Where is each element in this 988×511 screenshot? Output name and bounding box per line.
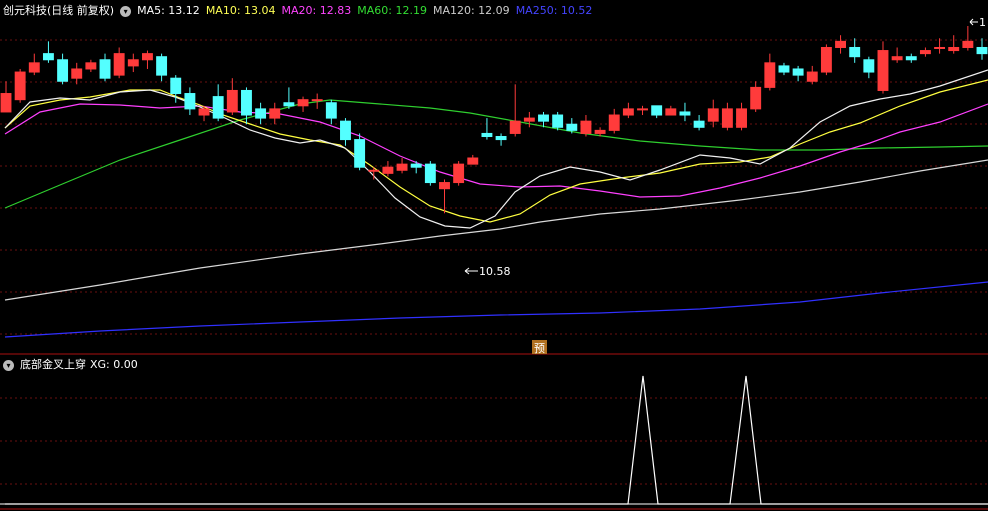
candle-up xyxy=(269,108,281,119)
candle-down xyxy=(976,46,988,55)
ma120-line xyxy=(4,159,988,301)
candle-up xyxy=(707,108,719,122)
candle-up xyxy=(764,62,776,88)
candle-down xyxy=(42,53,54,61)
candle-up xyxy=(0,93,12,113)
candle-down xyxy=(792,68,804,76)
candle-down xyxy=(410,163,422,168)
candle-up xyxy=(226,89,238,113)
candle-up xyxy=(835,40,847,48)
candle-down xyxy=(651,105,663,116)
candle-up xyxy=(113,53,125,76)
candle-down xyxy=(241,89,252,116)
candle-up xyxy=(637,108,648,111)
candle-up xyxy=(297,99,309,107)
candle-down xyxy=(495,136,507,141)
high-price-label: 1 xyxy=(979,16,986,29)
candle-up xyxy=(934,46,946,49)
candle-up xyxy=(28,62,40,73)
candle-up xyxy=(311,99,323,102)
ma60-line xyxy=(4,99,988,209)
candle-down xyxy=(552,114,564,128)
candle-up xyxy=(127,59,139,67)
candle-up xyxy=(523,117,535,122)
candle-up xyxy=(14,71,26,101)
candle-down xyxy=(679,111,691,116)
candle-down xyxy=(693,120,705,128)
candle-up xyxy=(665,108,677,116)
candle-down xyxy=(255,108,267,119)
candle-down xyxy=(283,102,295,107)
candle-up xyxy=(396,163,408,171)
candle-up xyxy=(948,46,960,52)
candle-down xyxy=(778,65,790,73)
candle-up xyxy=(580,120,592,134)
candle-up xyxy=(721,108,733,128)
candle-down xyxy=(424,163,436,184)
candle-up xyxy=(85,62,97,70)
candle-down xyxy=(340,120,351,141)
candle-up xyxy=(820,46,832,73)
ma10-line xyxy=(4,79,988,223)
candle-down xyxy=(325,102,337,119)
candle-up xyxy=(439,182,450,190)
candle-down xyxy=(184,93,196,110)
candle-up xyxy=(594,129,606,134)
price-chart[interactable]: 10.58 1 预 xyxy=(0,0,988,511)
high-price-marker xyxy=(969,18,978,26)
candle-up xyxy=(736,108,747,128)
candle-up xyxy=(467,157,479,165)
candle-up xyxy=(368,169,380,172)
candle-down xyxy=(905,56,917,61)
candle-up xyxy=(509,120,521,134)
candle-up xyxy=(622,108,634,116)
candle-up xyxy=(453,163,465,184)
low-price-marker xyxy=(464,267,478,275)
candle-down xyxy=(481,132,493,138)
ma250-line xyxy=(4,281,988,338)
candle-down xyxy=(863,59,875,73)
candle-down xyxy=(57,59,69,82)
xg-signal-line xyxy=(5,375,988,505)
candle-down xyxy=(212,96,224,119)
candle-up xyxy=(750,86,762,110)
candle-up xyxy=(962,40,974,48)
candle-down xyxy=(354,139,366,168)
candle-up xyxy=(608,114,620,131)
candle-up xyxy=(71,68,83,79)
candle-down xyxy=(849,46,861,58)
candle-down xyxy=(99,59,111,79)
candle-up xyxy=(382,166,394,174)
candle-up xyxy=(877,50,889,91)
candle-up xyxy=(806,71,818,82)
candle-up xyxy=(141,53,153,61)
candle-down xyxy=(170,77,182,95)
pre-marker-label[interactable]: 预 xyxy=(534,342,545,355)
candle-down xyxy=(538,114,549,122)
candle-up xyxy=(198,108,210,116)
candle-up xyxy=(891,56,903,61)
candle-down xyxy=(156,56,168,76)
low-price-label: 10.58 xyxy=(479,265,511,278)
candle-down xyxy=(566,123,578,131)
candle-up xyxy=(919,50,931,55)
